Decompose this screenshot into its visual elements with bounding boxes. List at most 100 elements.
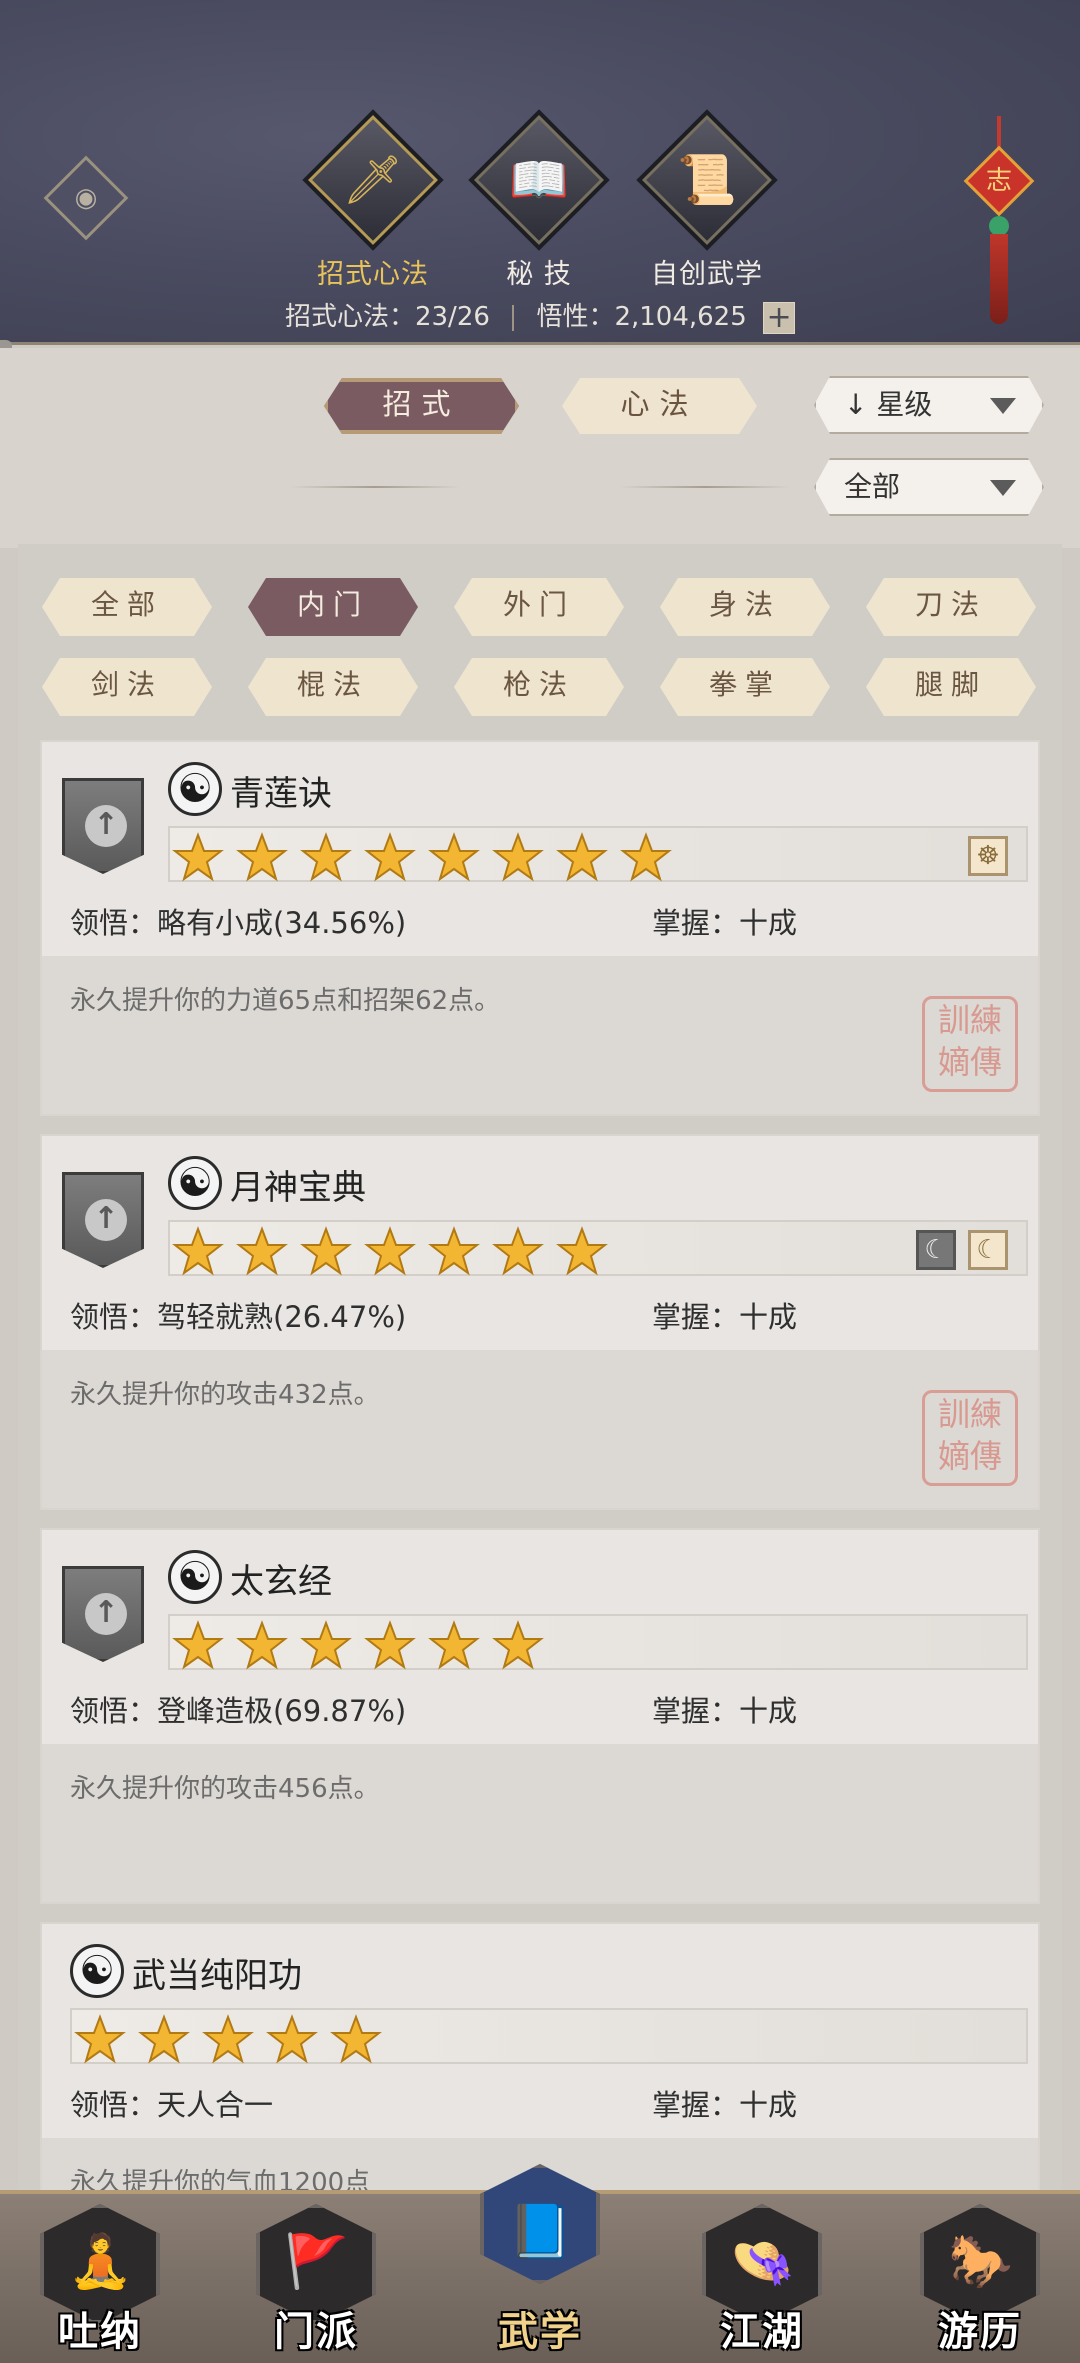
mastery: 掌握：十成	[652, 1300, 798, 1334]
skill-description: 永久提升你的力道65点和招架62点。	[70, 986, 501, 1016]
filter-staff[interactable]: 棍法	[248, 658, 418, 716]
filter-blade[interactable]: 刀法	[866, 578, 1036, 636]
eye-toggle-button[interactable]: ◉	[43, 155, 129, 241]
star-icon	[202, 2014, 254, 2066]
filter-sword[interactable]: 剑法	[42, 658, 212, 716]
skill-description: 永久提升你的攻击456点。	[70, 1774, 380, 1804]
star-icon	[236, 1620, 288, 1672]
nav-label: 吐纳	[58, 2308, 142, 2355]
book-icon: 📖	[468, 109, 610, 251]
stats-bar: 招式心法：23/26 悟性：2,104,625 +	[0, 296, 1080, 334]
yin-yang-icon: ☯	[168, 1550, 222, 1604]
scroll-icon: 📜	[636, 109, 778, 251]
tab-label: 自创武学	[651, 259, 763, 290]
seal-stamp: 訓練 嫡傳	[922, 1390, 1018, 1486]
star-rating: ☸	[168, 826, 1028, 882]
star-icon	[138, 2014, 190, 2066]
meditation-badge-icon: ☸	[968, 836, 1008, 876]
nav-sect[interactable]: 🚩 门派	[236, 2194, 396, 2363]
skill-card[interactable]: ↑ ☯ 月神宝典 ☾ ☾ 领悟：驾轻就熟(26.47%) 掌握：十成 永久提升你…	[40, 1134, 1040, 1510]
sort-selected: 星级	[876, 388, 933, 421]
filter-fist[interactable]: 拳掌	[660, 658, 830, 716]
divider-ornament	[620, 486, 790, 488]
star-icon	[364, 1226, 416, 1278]
manual-icon: 📘	[508, 2202, 573, 2262]
nav-martial-arts[interactable]: 📘 武学	[460, 2164, 620, 2363]
insight-value: 悟性：2,104,625	[536, 302, 747, 332]
crescent-badge-icon: ☾	[968, 1230, 1008, 1270]
star-icon	[330, 2014, 382, 2066]
nav-label: 江湖	[720, 2308, 804, 2355]
nav-label: 武学	[498, 2308, 582, 2355]
skill-name: 青莲诀	[230, 774, 332, 814]
horse-icon: 🐎	[948, 2232, 1013, 2292]
star-icon	[300, 832, 352, 884]
upgrade-arrow-icon[interactable]: ↑	[62, 1566, 144, 1662]
nav-label: 门派	[274, 2308, 358, 2355]
nav-travel[interactable]: 🐎 游历	[900, 2194, 1060, 2363]
sort-dropdown[interactable]: ↓ 星级	[814, 376, 1044, 434]
seal-stamp: 訓練 嫡傳	[922, 996, 1018, 1092]
eye-icon: ◉	[74, 183, 98, 213]
chevron-down-icon	[990, 480, 1016, 496]
skill-description: 永久提升你的攻击432点。	[70, 1380, 380, 1410]
star-icon	[172, 1226, 224, 1278]
tab-techniques[interactable]: 🗡 招式心法	[298, 109, 448, 291]
straw-hat-icon: 👒	[730, 2232, 795, 2292]
tab-self-created[interactable]: 📜 自创武学	[632, 109, 782, 291]
upgrade-arrow-icon[interactable]: ↑	[62, 778, 144, 874]
monk-icon: 🧘	[68, 2232, 133, 2292]
comprehension: 领悟：略有小成(34.56%)	[70, 906, 407, 940]
skill-name: 武当纯阳功	[132, 1956, 302, 1996]
sword-icon: 🗡	[302, 109, 444, 251]
technique-count: 招式心法：23/26	[284, 302, 490, 332]
star-icon	[428, 1226, 480, 1278]
category-selected: 全部	[844, 470, 901, 503]
filter-outer[interactable]: 外门	[454, 578, 624, 636]
chinese-knot-icon[interactable]: 志	[963, 116, 1035, 326]
mastery: 掌握：十成	[652, 906, 798, 940]
star-icon	[428, 1620, 480, 1672]
comprehension: 领悟：天人合一	[70, 2088, 274, 2122]
skill-card[interactable]: ↑ ☯ 青莲诀 ☸ 领悟：略有小成(34.56%) 掌握：十成 永久提升你的力道…	[40, 740, 1040, 1116]
star-icon	[492, 1620, 544, 1672]
yin-yang-icon: ☯	[168, 1156, 222, 1210]
filter-spear[interactable]: 枪法	[454, 658, 624, 716]
filter-leg[interactable]: 腿脚	[866, 658, 1036, 716]
comprehension: 领悟：登峰造极(69.87%)	[70, 1694, 407, 1728]
upgrade-arrow-icon[interactable]: ↑	[62, 1172, 144, 1268]
filter-inner[interactable]: 内门	[248, 578, 418, 636]
star-icon	[172, 832, 224, 884]
segment-inner-arts[interactable]: 心法	[562, 378, 757, 434]
yin-yang-icon: ☯	[70, 1944, 124, 1998]
nav-breathing[interactable]: 🧘 吐纳	[20, 2194, 180, 2363]
skill-card[interactable]: ↑ ☯ 太玄经 领悟：登峰造极(69.87%) 掌握：十成 永久提升你的攻击45…	[40, 1528, 1040, 1904]
filter-all[interactable]: 全部	[42, 578, 212, 636]
star-rating	[168, 1614, 1028, 1670]
header: ◉ 🗡 招式心法 📖 秘 技 📜 自创武学 招式心法：23/26 悟性：2,10…	[0, 0, 1080, 345]
star-icon	[556, 832, 608, 884]
skill-name: 太玄经	[230, 1562, 332, 1602]
star-icon	[364, 1620, 416, 1672]
star-icon	[620, 832, 672, 884]
category-dropdown[interactable]: 全部	[814, 458, 1044, 516]
filter-movement[interactable]: 身法	[660, 578, 830, 636]
tab-secret-arts[interactable]: 📖 秘 技	[464, 109, 614, 291]
star-icon	[428, 832, 480, 884]
star-icon	[74, 2014, 126, 2066]
star-icon	[492, 1226, 544, 1278]
nav-jianghu[interactable]: 👒 江湖	[682, 2194, 842, 2363]
chevron-down-icon	[990, 398, 1016, 414]
nav-label: 游历	[938, 2308, 1022, 2355]
banner-icon: 🚩	[284, 2232, 349, 2292]
divider-ornament	[290, 486, 460, 488]
mastery: 掌握：十成	[652, 1694, 798, 1728]
mastery: 掌握：十成	[652, 2088, 798, 2122]
yin-yang-icon: ☯	[168, 762, 222, 816]
add-insight-button[interactable]: +	[763, 301, 796, 334]
star-icon	[300, 1620, 352, 1672]
star-rating: ☾ ☾	[168, 1220, 1028, 1276]
segment-moves[interactable]: 招式	[324, 378, 519, 434]
star-rating	[70, 2008, 1028, 2064]
divider	[512, 304, 515, 331]
